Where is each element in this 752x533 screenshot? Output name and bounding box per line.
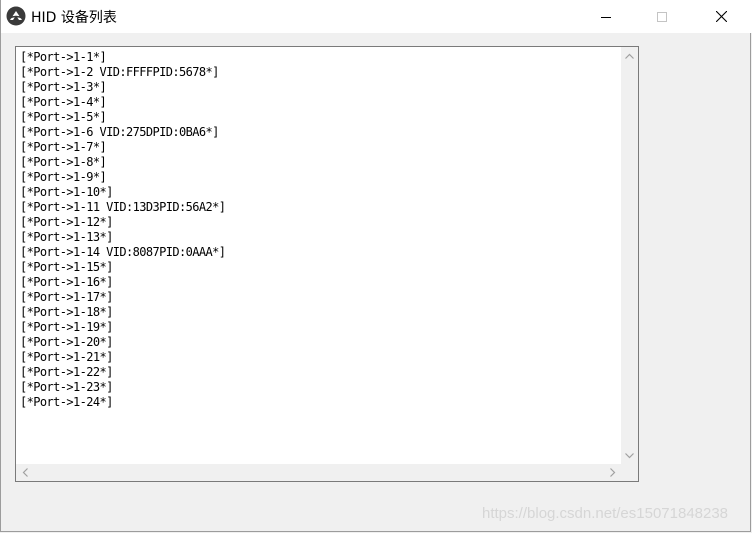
app-logo-icon <box>6 6 26 26</box>
scroll-up-button[interactable] <box>621 47 638 64</box>
minimize-button[interactable] <box>583 0 629 33</box>
list-item[interactable]: [*Port->1-19*] <box>20 320 225 335</box>
scroll-down-icon <box>625 452 634 459</box>
list-item[interactable]: [*Port->1-6 VID:275DPID:0BA6*] <box>20 125 225 140</box>
scroll-right-icon <box>609 468 616 477</box>
list-item[interactable]: [*Port->1-9*] <box>20 170 225 185</box>
list-item[interactable]: [*Port->1-20*] <box>20 335 225 350</box>
close-button[interactable] <box>698 0 744 33</box>
scroll-down-button[interactable] <box>621 447 638 464</box>
minimize-icon <box>601 12 611 22</box>
scroll-left-icon <box>22 468 28 477</box>
list-item[interactable]: [*Port->1-22*] <box>20 365 225 380</box>
vertical-scrollbar[interactable] <box>621 47 638 464</box>
list-item[interactable]: [*Port->1-24*] <box>20 395 225 410</box>
list-item[interactable]: [*Port->1-16*] <box>20 275 225 290</box>
maximize-button[interactable] <box>639 0 685 33</box>
close-icon <box>715 11 727 22</box>
list-item[interactable]: [*Port->1-5*] <box>20 110 225 125</box>
list-item[interactable]: [*Port->1-13*] <box>20 230 225 245</box>
list-item[interactable]: [*Port->1-11 VID:13D3PID:56A2*] <box>20 200 226 215</box>
maximize-icon <box>657 11 667 22</box>
scroll-up-icon <box>625 53 634 59</box>
list-item[interactable]: [*Port->1-8*] <box>20 155 225 170</box>
list-item[interactable]: [*Port->1-14 VID:8087PID:0AAA*] <box>20 245 226 260</box>
horizontal-scrollbar[interactable] <box>16 464 621 481</box>
device-listbox[interactable]: [*Port->1-1*] [*Port->1-2 VID:FFFFPID:567… <box>15 46 639 482</box>
list-item[interactable]: [*Port->1-12*] <box>20 215 225 230</box>
list-item[interactable]: [*Port->1-15*] <box>20 260 225 275</box>
list-item[interactable]: [*Port->1-4*] <box>20 95 225 110</box>
watermark-text: https://blog.csdn.net/es15071848238 <box>482 505 729 522</box>
list-item[interactable]: [*Port->1-23*] <box>20 380 225 395</box>
list-item[interactable]: [*Port->1-17*] <box>20 290 225 305</box>
window-title: HID 设备列表 <box>31 10 117 26</box>
list-item[interactable]: [*Port->1-1*] <box>20 50 225 65</box>
list-item[interactable]: [*Port->1-10*] <box>20 185 225 200</box>
scroll-right-button[interactable] <box>604 464 621 481</box>
list-item[interactable]: [*Port->1-18*] <box>20 305 225 320</box>
scrollbar-corner <box>621 464 638 481</box>
list-item[interactable]: [*Port->1-7*] <box>20 140 225 155</box>
list-item[interactable]: [*Port->1-3*] <box>20 80 225 95</box>
title-bar[interactable]: HID 设备列表 <box>1 0 752 33</box>
device-list: [*Port->1-1*] [*Port->1-2 VID:FFFFPID:567… <box>20 50 226 410</box>
app-window: HID 设备列表 [*Port->1-1*] [*Port->1-2 VID:FF… <box>0 0 752 532</box>
scroll-left-button[interactable] <box>16 464 33 481</box>
list-item[interactable]: [*Port->1-2 VID:FFFFPID:5678*] <box>20 65 225 80</box>
list-item[interactable]: [*Port->1-21*] <box>20 350 225 365</box>
